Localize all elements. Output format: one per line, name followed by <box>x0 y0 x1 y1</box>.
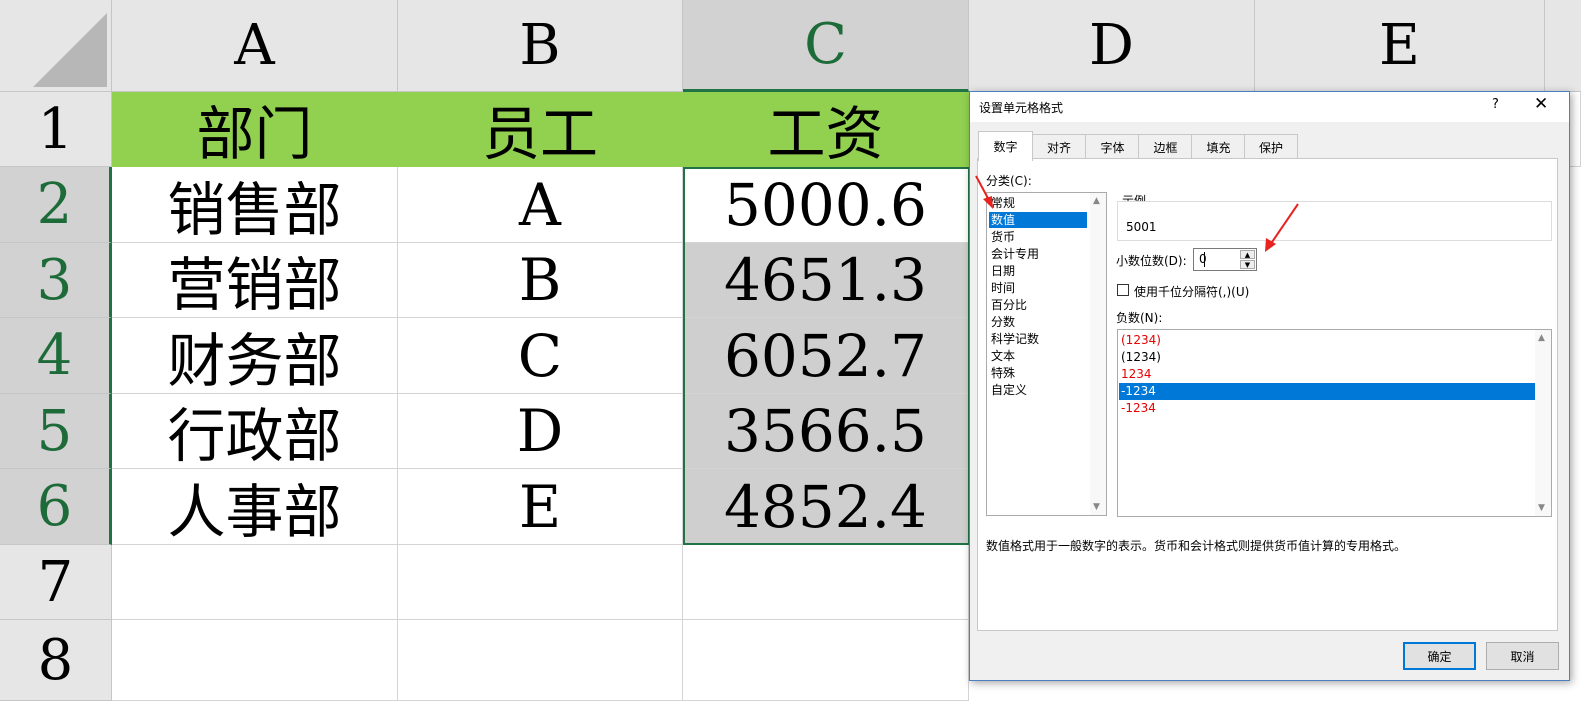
annotation-arrows <box>975 175 1299 252</box>
arrow-to-decimal-icon <box>1265 203 1299 252</box>
tab-number[interactable]: 数字 <box>978 131 1033 161</box>
arrow-to-category-icon <box>975 175 993 209</box>
